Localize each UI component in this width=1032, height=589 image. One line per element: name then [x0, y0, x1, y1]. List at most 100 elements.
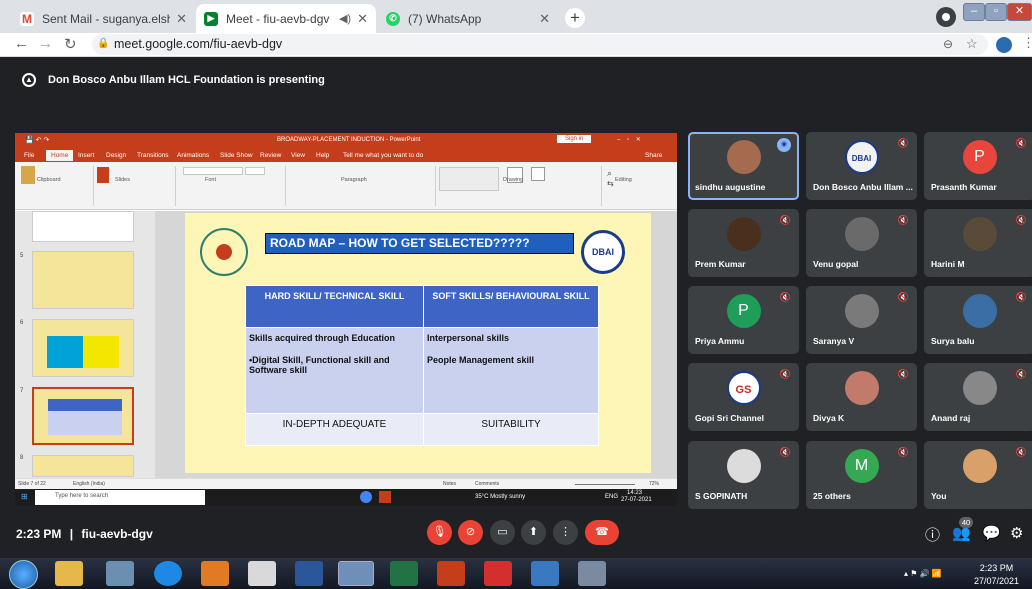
window-controls[interactable]: – ▫ ✕ — [617, 136, 641, 143]
zoom-icon[interactable]: ⊖ — [943, 37, 953, 51]
tab-gmail[interactable]: M Sent Mail - suganya.elshadai@gm ✕ — [12, 4, 195, 33]
speaker-icon[interactable]: ◀) — [339, 12, 351, 25]
participant-tile[interactable]: S GOPINATH 🔇 — [688, 441, 799, 509]
mic-muted-icon: 🔇 — [1015, 138, 1027, 148]
leave-call-button[interactable]: ☎ — [585, 520, 619, 545]
comments-button[interactable]: Comments — [475, 481, 499, 487]
new-slide-icon[interactable] — [97, 167, 109, 183]
slide-thumbnail-selected[interactable] — [32, 387, 134, 445]
close-tab-icon[interactable]: ✕ — [357, 11, 368, 27]
tab-home[interactable]: Home — [46, 150, 74, 161]
table-cell-text: People Management skill — [427, 355, 535, 365]
media-player-icon[interactable] — [201, 561, 229, 586]
photos-icon[interactable] — [531, 561, 559, 586]
slide-thumbnail[interactable] — [32, 211, 134, 242]
word-icon[interactable] — [295, 561, 323, 586]
dbai-logo: DBAI — [581, 230, 625, 274]
meeting-details-icon[interactable]: ⓘ — [925, 524, 940, 545]
chat-icon[interactable]: 💬 — [982, 524, 1001, 542]
close-tab-icon[interactable]: ✕ — [539, 11, 550, 27]
bookmark-star-icon[interactable]: ☆ — [966, 36, 978, 52]
participant-tile[interactable]: P Priya Ammu 🔇 — [688, 286, 799, 354]
quick-styles-icon[interactable] — [531, 167, 545, 181]
tab-meet[interactable]: ▶ Meet - fiu-aevb-dgv ◀) ✕ — [196, 4, 376, 33]
system-tray-icons[interactable]: ▴ ⚑ 🔊 📶 — [904, 569, 942, 578]
tab-help[interactable]: Help — [316, 152, 329, 159]
replace-icon[interactable]: ⇆ — [607, 179, 614, 188]
find-icon[interactable]: ⌕ — [607, 168, 612, 179]
minimize-button[interactable]: – — [963, 3, 985, 21]
notes-button[interactable]: Notes — [443, 481, 456, 487]
participant-tile[interactable]: P Prasanth Kumar 🔇 — [924, 132, 1032, 200]
chrome-icon[interactable] — [338, 561, 374, 586]
participant-tile[interactable]: sindhu augustine ◉ — [688, 132, 799, 200]
participant-tile[interactable]: Anand raj 🔇 — [924, 363, 1032, 431]
participant-tile[interactable]: You 🔇 — [924, 441, 1032, 509]
excel-icon[interactable] — [390, 561, 418, 586]
mic-off-button[interactable]: 🎙 — [427, 520, 452, 545]
participant-tile[interactable]: Divya K 🔇 — [806, 363, 917, 431]
forward-icon[interactable]: → — [38, 35, 53, 52]
share-button[interactable]: Share — [645, 152, 662, 159]
shapes-gallery[interactable] — [439, 167, 499, 191]
tab-file[interactable]: File — [24, 152, 34, 159]
participant-tile[interactable]: DBAI Don Bosco Anbu Illam ... 🔇 — [806, 132, 917, 200]
save-icon[interactable]: 💾 ↶ ↷ — [25, 136, 49, 144]
tab-whatsapp[interactable]: ✆ (7) WhatsApp ✕ — [378, 4, 558, 33]
taskbar-clock[interactable]: 2:23 PM 27/07/2021 — [974, 562, 1019, 588]
participant-tile[interactable]: M 25 others 🔇 — [806, 441, 917, 509]
explorer-icon[interactable] — [55, 561, 83, 586]
participant-tile[interactable]: Surya balu 🔇 — [924, 286, 1032, 354]
avatar — [844, 294, 879, 328]
tell-me-box[interactable]: Tell me what you want to do — [343, 152, 423, 159]
tab-animations[interactable]: Animations — [177, 152, 209, 159]
powerpoint-icon[interactable] — [437, 561, 465, 586]
profile-icon[interactable] — [936, 7, 956, 27]
chrome-taskbar-icon[interactable] — [360, 491, 372, 503]
captions-button[interactable]: ▭ — [490, 520, 515, 545]
tab-transitions[interactable]: Transitions — [137, 152, 169, 159]
slide-thumbnail[interactable] — [32, 251, 134, 309]
participant-tile[interactable]: Prem Kumar 🔇 — [688, 209, 799, 277]
participant-name: Harini M — [931, 259, 965, 269]
participant-tile[interactable]: Harini M 🔇 — [924, 209, 1032, 277]
present-button[interactable]: ⬆ — [521, 520, 546, 545]
signin-button[interactable]: Sign in — [557, 135, 592, 143]
paint-icon[interactable] — [106, 561, 134, 586]
avatar[interactable] — [996, 37, 1012, 53]
tally-icon[interactable] — [248, 561, 276, 586]
internet-explorer-icon[interactable] — [154, 561, 182, 586]
activities-icon[interactable]: ⚙ — [1010, 524, 1023, 542]
windows-start-button[interactable] — [9, 560, 38, 589]
paste-icon[interactable] — [21, 166, 35, 184]
tab-insert[interactable]: Insert — [78, 152, 94, 159]
present-icon: ▲ — [22, 73, 36, 87]
tab-view[interactable]: View — [291, 152, 305, 159]
more-options-button[interactable]: ⋮ — [553, 520, 578, 545]
participant-tile[interactable]: Saranya V 🔇 — [806, 286, 917, 354]
settings-app-icon[interactable] — [578, 561, 606, 586]
font-size-input[interactable] — [245, 167, 265, 175]
maximize-button[interactable]: ▫ — [985, 3, 1007, 21]
tab-slideshow[interactable]: Slide Show — [220, 152, 253, 159]
powerpoint-taskbar-icon[interactable] — [379, 491, 391, 503]
slide-thumbnail[interactable] — [32, 319, 134, 377]
close-window-button[interactable]: ✕ — [1007, 3, 1032, 21]
close-tab-icon[interactable]: ✕ — [176, 11, 187, 27]
font-name-input[interactable] — [183, 167, 243, 175]
mic-muted-icon: 🔇 — [779, 292, 791, 302]
camera-off-button[interactable]: ⊘ — [458, 520, 483, 545]
back-icon[interactable]: ← — [14, 35, 29, 52]
new-tab-button[interactable]: + — [565, 8, 585, 28]
participant-tile[interactable]: GS Gopi Sri Channel 🔇 — [688, 363, 799, 431]
pdf-icon[interactable] — [484, 561, 512, 586]
participant-tile[interactable]: Venu gopal 🔇 — [806, 209, 917, 277]
slide-thumbnail[interactable] — [32, 455, 134, 477]
zoom-slider[interactable] — [575, 484, 635, 485]
reload-icon[interactable]: ↻ — [64, 35, 77, 53]
windows-start-icon[interactable]: ⊞ — [21, 492, 28, 501]
menu-icon[interactable]: ⋮ — [1022, 35, 1032, 51]
tab-review[interactable]: Review — [260, 152, 281, 159]
tab-design[interactable]: Design — [106, 152, 126, 159]
participant-name: Anand raj — [931, 413, 971, 423]
